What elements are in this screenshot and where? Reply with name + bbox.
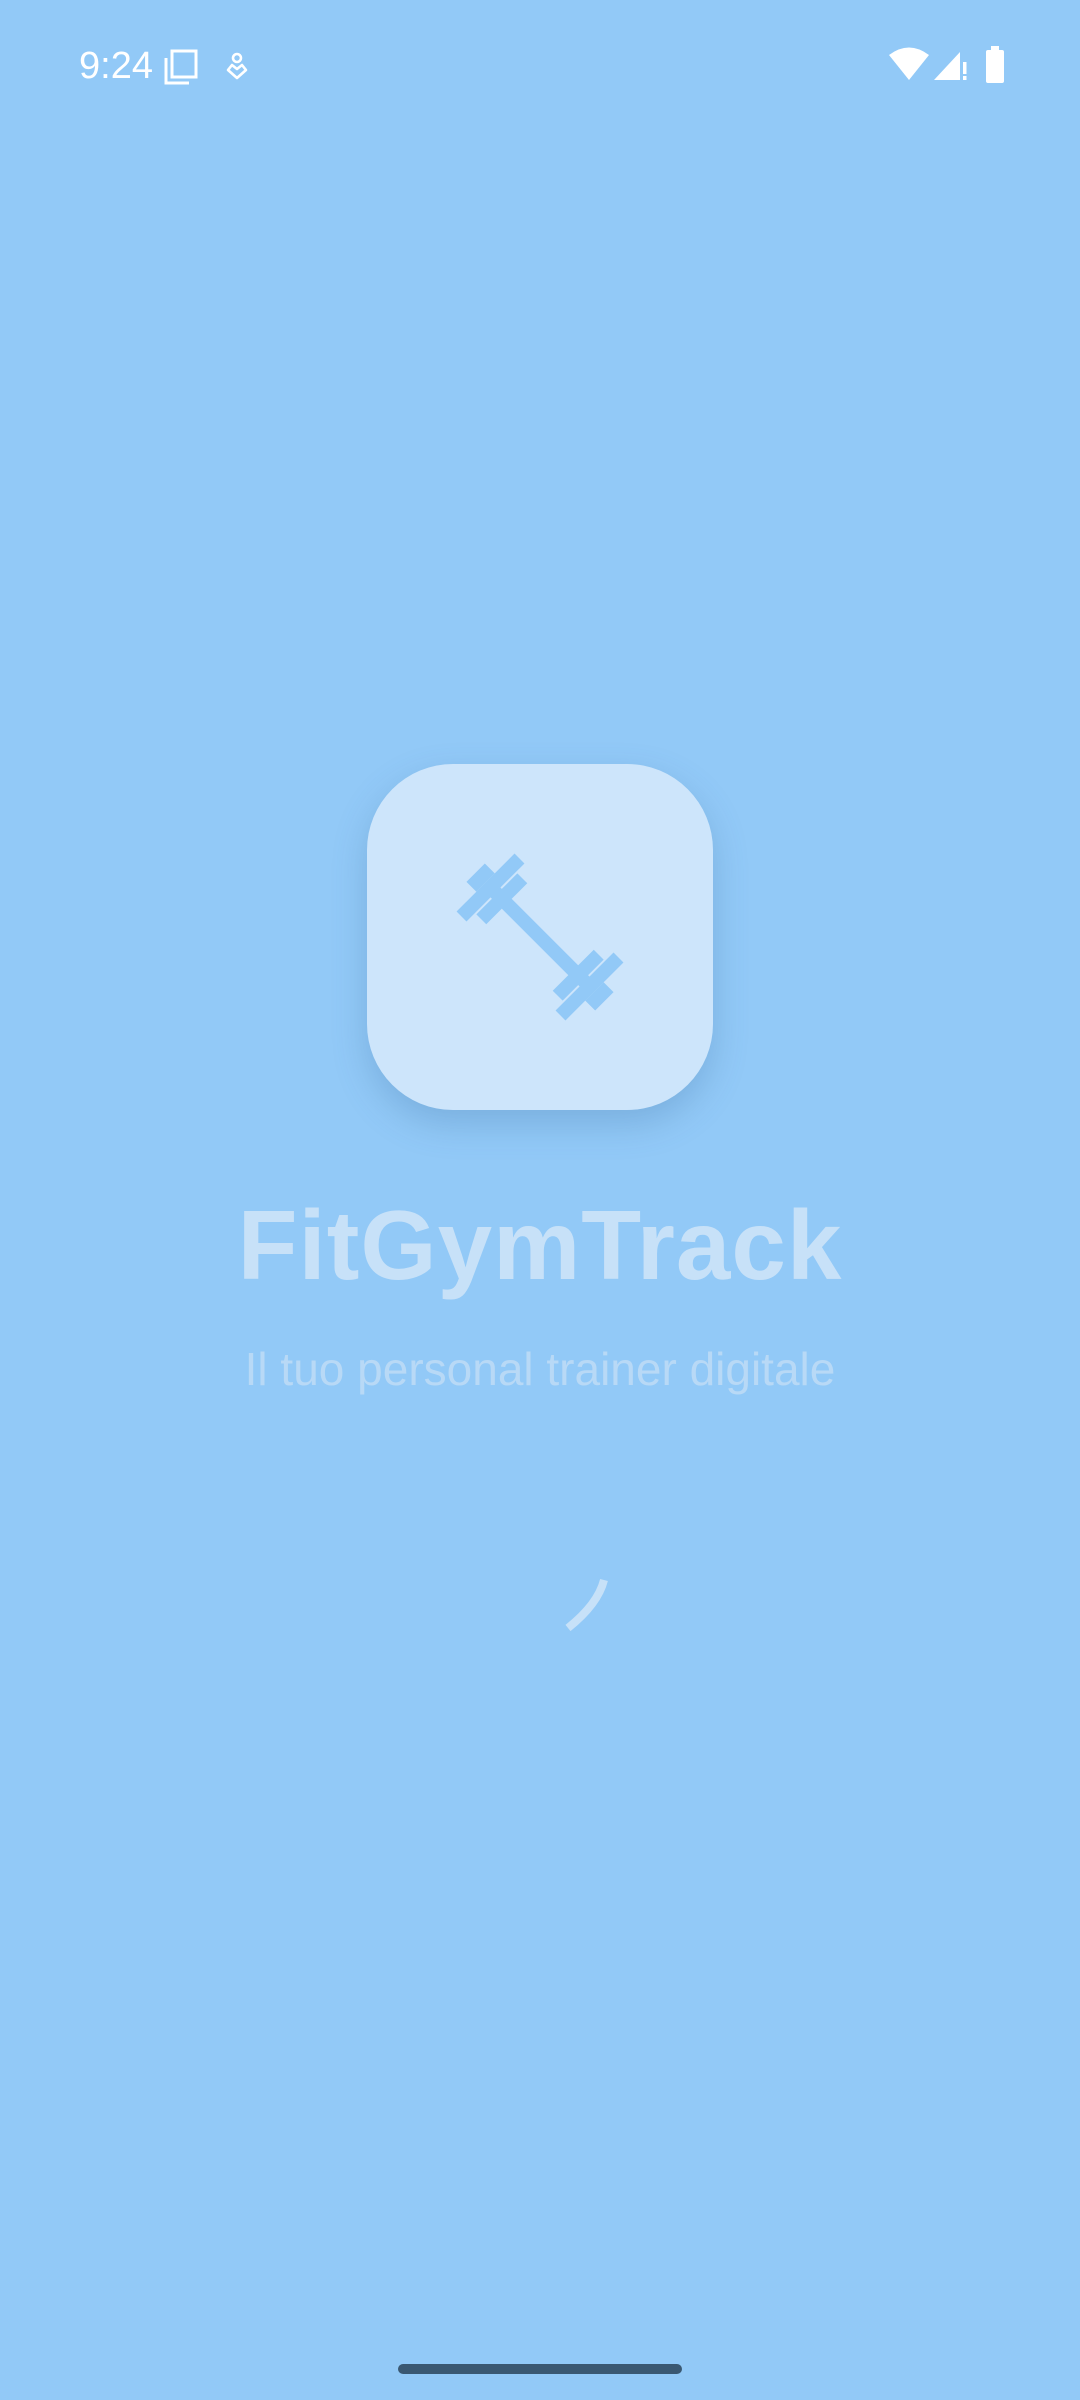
screen-icon — [163, 48, 199, 91]
battery-icon — [984, 46, 1006, 89]
home-indicator[interactable] — [398, 2364, 682, 2374]
app-title: FitGymTrack — [237, 1190, 843, 1300]
app-tagline: Il tuo personal trainer digitale — [244, 1343, 836, 1395]
status-time: 9:24 — [79, 45, 153, 87]
loading-spinner — [540, 1560, 620, 1640]
app-logo-card — [367, 764, 713, 1110]
wifi-icon — [888, 46, 930, 87]
signal-icon — [932, 46, 968, 87]
status-bar: 9:24 — [0, 0, 1080, 130]
notification-icon — [225, 52, 249, 87]
